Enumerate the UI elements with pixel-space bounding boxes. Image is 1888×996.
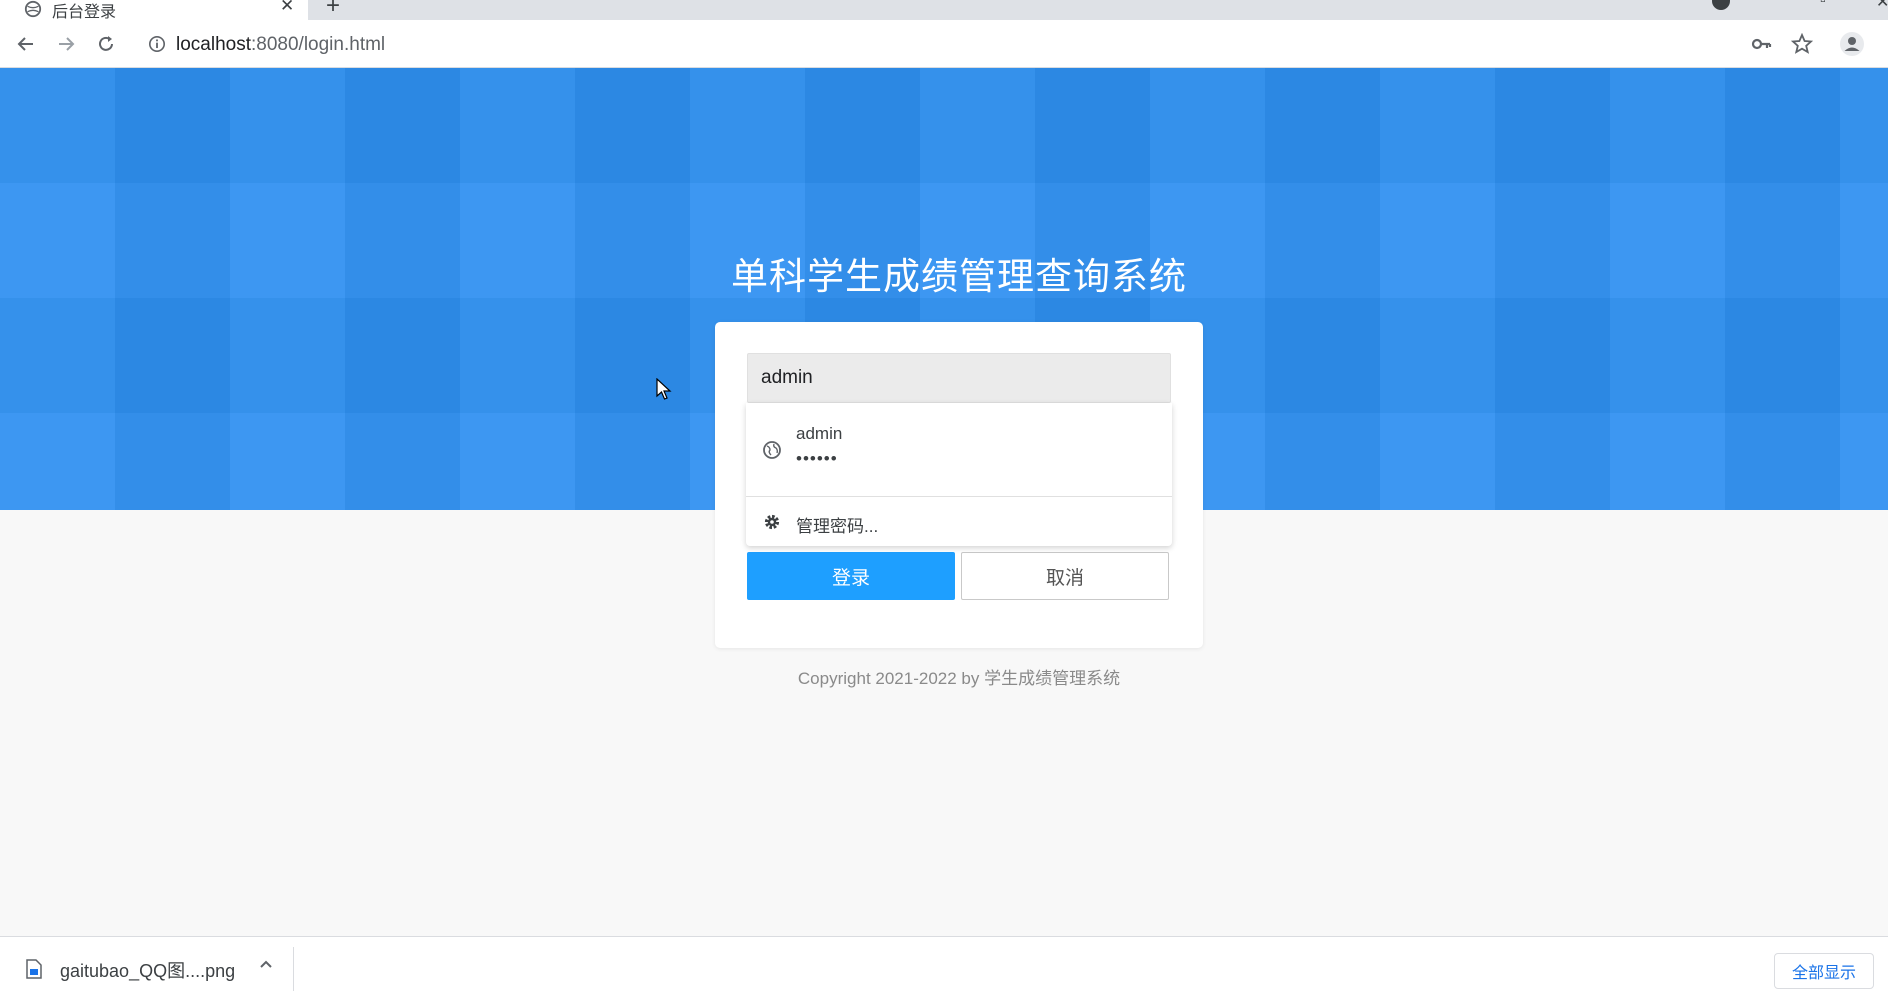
media-indicator-icon[interactable] [1712, 0, 1730, 10]
username-input[interactable] [747, 353, 1171, 403]
tab-strip: 后台登录 ✕ + ▫ ✕ [0, 0, 1888, 20]
reload-button[interactable] [92, 30, 120, 58]
browser-toolbar: localhost:8080/login.html [0, 20, 1888, 68]
back-button[interactable] [12, 30, 40, 58]
bookmark-button[interactable] [1788, 30, 1816, 58]
file-icon [26, 959, 42, 979]
chevron-up-icon [260, 960, 272, 968]
saved-passwords-button[interactable] [1747, 30, 1775, 58]
url-text[interactable]: localhost:8080/login.html [176, 34, 385, 56]
download-separator [293, 947, 294, 991]
mouse-cursor-icon [656, 378, 672, 400]
browser-tab[interactable]: 后台登录 ✕ [0, 0, 308, 20]
password-autofill-dropdown: admin •••••• 管理密码... [746, 403, 1172, 546]
download-shelf: gaitubao_QQ图....png 全部显示 [0, 936, 1888, 996]
manage-passwords-label: 管理密码... [796, 517, 879, 536]
info-icon[interactable] [148, 35, 166, 53]
restore-window-icon[interactable]: ▫ [1820, 0, 1826, 10]
new-tab-button[interactable]: + [326, 0, 340, 20]
reload-icon [99, 36, 113, 51]
autofill-suggestion[interactable]: admin •••••• [746, 403, 1172, 496]
profile-button[interactable] [1838, 30, 1866, 58]
key-icon [1751, 38, 1772, 50]
globe-icon [763, 441, 781, 459]
tab-close-icon[interactable]: ✕ [280, 0, 294, 16]
star-icon [1791, 33, 1813, 54]
page-title: 单科学生成绩管理查询系统 [731, 256, 1187, 297]
back-icon [17, 37, 33, 51]
autofill-password-mask: •••••• [796, 449, 838, 468]
forward-icon [59, 37, 75, 51]
gear-icon [764, 514, 780, 530]
login-button[interactable]: 登录 [747, 552, 955, 600]
show-all-downloads-button[interactable]: 全部显示 [1774, 953, 1874, 989]
tab-title: 后台登录 [52, 4, 117, 20]
cancel-button[interactable]: 取消 [961, 552, 1169, 600]
autofill-username: admin [796, 424, 843, 443]
download-filename[interactable]: gaitubao_QQ图....png [60, 957, 235, 983]
address-bar[interactable]: localhost:8080/login.html [136, 25, 1736, 63]
close-window-icon[interactable]: ✕ [1876, 0, 1888, 12]
forward-button[interactable] [52, 30, 80, 58]
copyright-text: Copyright 2021-2022 by 学生成绩管理系统 [797, 669, 1121, 688]
globe-icon [24, 0, 42, 18]
url-path: :8080/login.html [251, 34, 386, 55]
url-host: localhost [176, 34, 251, 55]
download-options-button[interactable] [256, 955, 276, 975]
manage-passwords-item[interactable]: 管理密码... [746, 497, 1172, 546]
profile-icon [1840, 32, 1864, 56]
